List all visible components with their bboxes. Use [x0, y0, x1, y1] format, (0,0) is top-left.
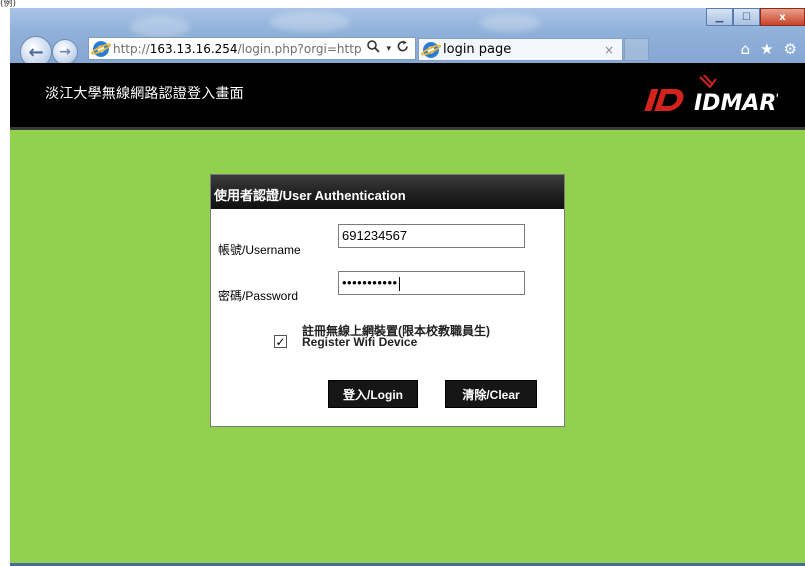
username-label: 帳號/Username [218, 243, 301, 257]
login-panel: 使用者認證/User Authentication 帳號/Username 69… [210, 174, 565, 427]
register-device-label: 註冊無線上網裝置(限本校教職員生) Register Wifi Device [302, 325, 490, 349]
forward-button[interactable]: → [52, 39, 78, 65]
logo-text: IDMART [694, 91, 778, 116]
favorites-icon[interactable]: ★ [760, 40, 773, 58]
tab-close-icon[interactable]: × [604, 43, 614, 57]
window-controls: ▁ ☐ x [706, 8, 805, 26]
dropdown-icon[interactable]: ▾ [386, 44, 391, 54]
refresh-icon[interactable] [397, 40, 409, 57]
url-prefix: http:// [113, 41, 150, 56]
page-title: 淡江大學無線網路認證登入畫面 [45, 86, 244, 102]
back-icon: ← [28, 41, 44, 63]
maximize-button[interactable]: ☐ [733, 8, 760, 26]
toolbar-icons: ⌂ ★ ⚙ [741, 40, 797, 58]
search-icon[interactable] [367, 40, 381, 57]
clear-button[interactable]: 清除/Clear [445, 380, 537, 408]
minimize-button[interactable]: ▁ [706, 8, 733, 26]
address-bar[interactable]: http://163.13.16.254/login.php?orgi=http… [88, 37, 416, 60]
login-panel-title: 使用者認證/User Authentication [214, 188, 406, 203]
register-device-checkbox[interactable]: ✓ [274, 335, 287, 348]
password-value: ••••••••••• [342, 275, 398, 290]
idmart-logo: IDMART [644, 75, 778, 116]
tab-ie-icon [423, 41, 439, 58]
url-host: 163.13.16.254 [149, 41, 238, 56]
page-header: 淡江大學無線網路認證登入畫面 IDMART [10, 63, 805, 130]
text-cursor [398, 276, 400, 291]
forward-icon: → [59, 44, 71, 60]
home-icon[interactable]: ⌂ [741, 40, 751, 58]
ie-icon [93, 40, 109, 57]
username-field[interactable]: 691234567 [338, 224, 525, 248]
url-rest: /login.php?orgi=http [237, 41, 362, 56]
tab-login-page[interactable]: login page × [418, 38, 623, 61]
password-label: 密碼/Password [218, 289, 299, 303]
browser-chrome: ← → http://163.13.16.254/login.php?orgi=… [10, 8, 805, 68]
login-panel-header: 使用者認證/User Authentication [211, 175, 564, 209]
register-text-en: Register Wifi Device [302, 335, 418, 349]
password-field[interactable]: ••••••••••• [338, 271, 525, 295]
close-button[interactable]: x [760, 8, 805, 26]
settings-icon[interactable]: ⚙ [784, 40, 797, 58]
page-content: 淡江大學無線網路認證登入畫面 IDMART 使用者認證/User Authent… [10, 63, 805, 566]
tab-title: login page [443, 42, 512, 57]
new-tab-button[interactable] [624, 38, 649, 61]
checkmark-icon: ✓ [275, 334, 286, 349]
login-button[interactable]: 登入/Login [328, 380, 418, 408]
